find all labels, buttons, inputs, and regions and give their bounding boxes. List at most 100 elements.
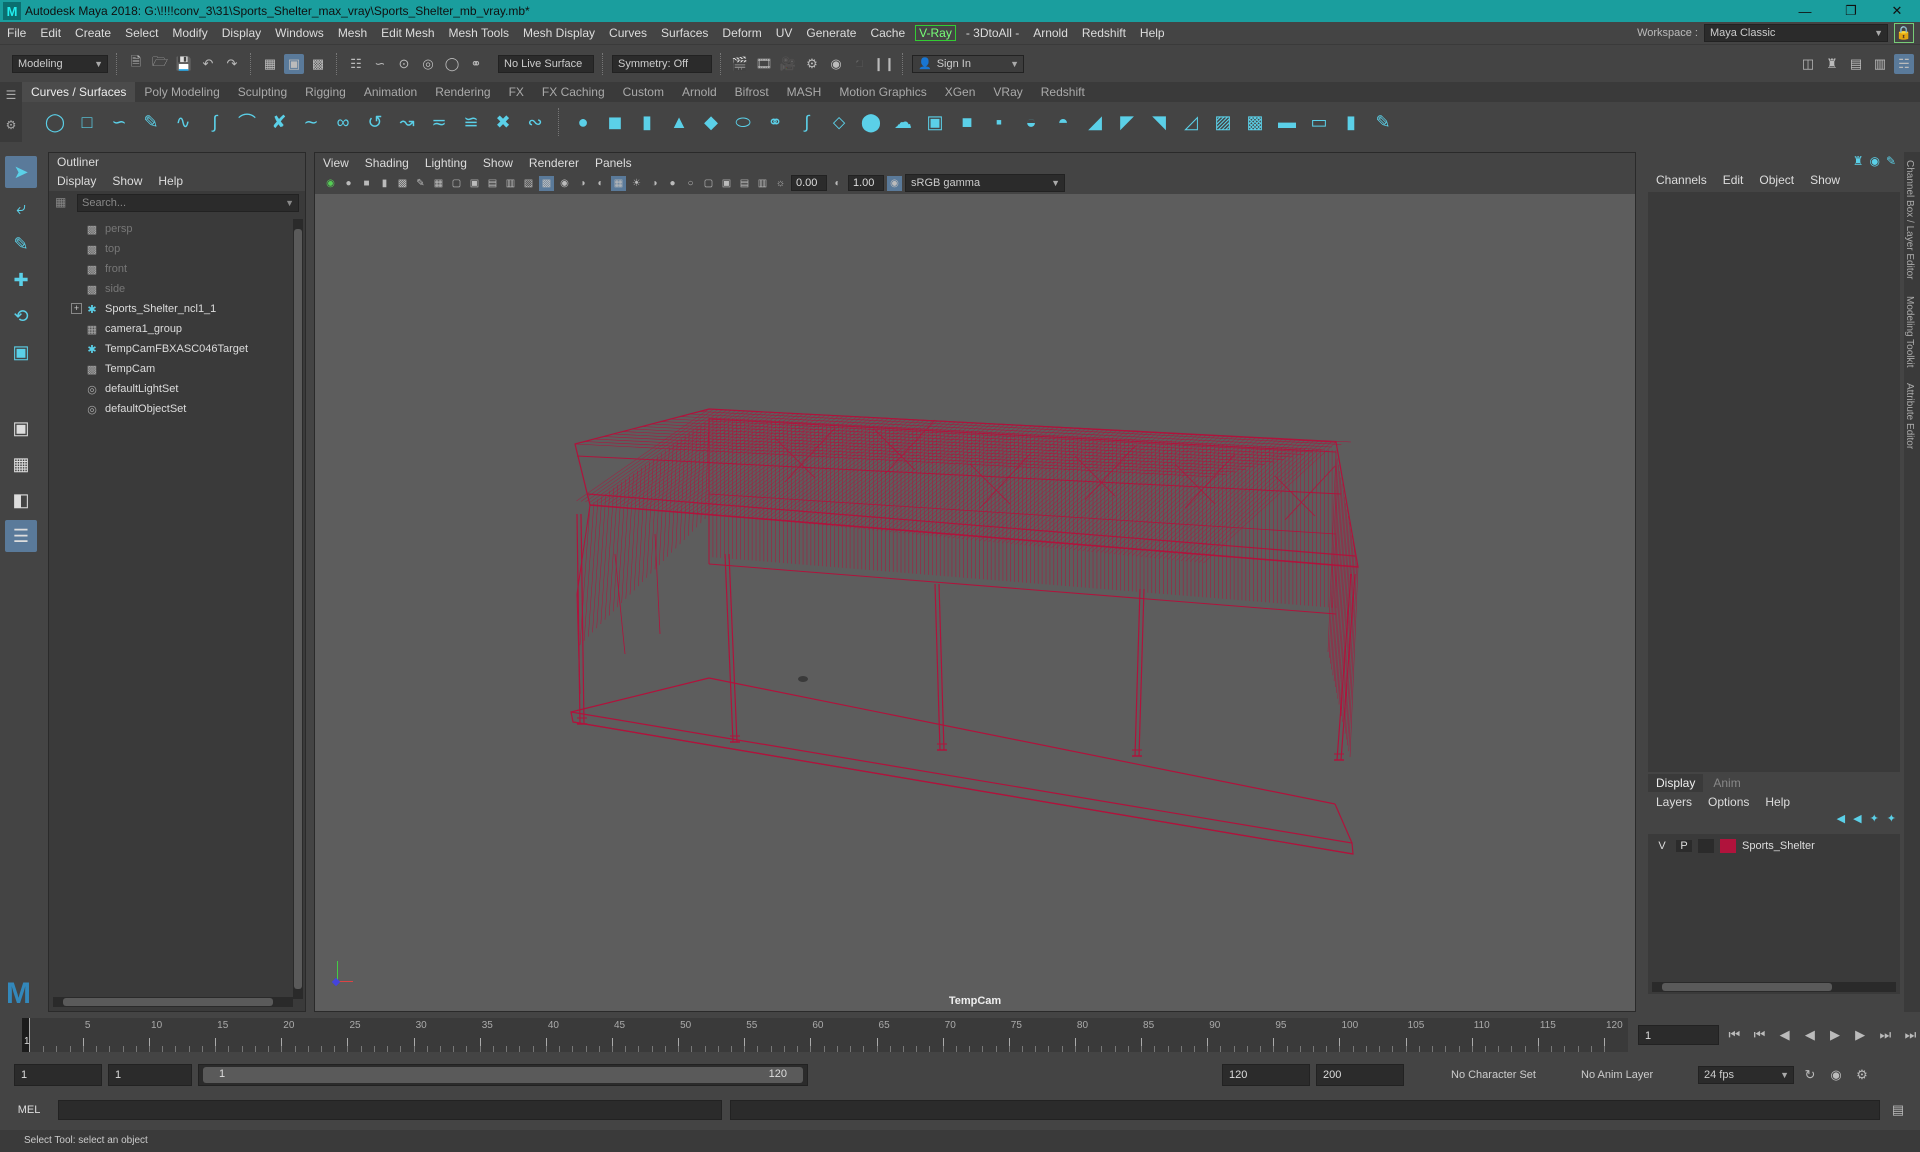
four-view-layout-icon[interactable]: ▦ — [5, 448, 37, 480]
scale-tool-icon[interactable]: ▣ — [5, 336, 37, 368]
shelf-settings-icon[interactable]: ⚙ — [0, 118, 22, 132]
menu-help[interactable]: Help — [1133, 26, 1172, 40]
sculpt-geometry-icon[interactable]: ✎ — [1370, 109, 1396, 135]
character-set-dropdown[interactable]: No Character Set — [1446, 1066, 1570, 1084]
cut-curve-icon[interactable]: ✖ — [490, 109, 516, 135]
lasso-tool-icon[interactable]: ⤶ — [5, 192, 37, 224]
time-slider[interactable]: 1 5 10 15 20 25 30 35 40 45 50 55 60 65 70 75 80 85 90 95 1… — [22, 1018, 1628, 1052]
show-channel-box-icon[interactable]: ♜ — [1853, 154, 1864, 168]
menu-file[interactable]: File — [0, 26, 33, 40]
nurbs-square-icon[interactable]: □ — [74, 109, 100, 135]
shelf-tab-custom[interactable]: Custom — [614, 82, 673, 102]
bookmarks-icon[interactable]: ■ — [359, 176, 374, 191]
trim-icon[interactable]: ◢ — [1082, 109, 1108, 135]
channel-box-menu-show[interactable]: Show — [1802, 173, 1848, 187]
close-button[interactable]: ✕ — [1874, 0, 1920, 22]
menu-arnold[interactable]: Arnold — [1026, 26, 1075, 40]
extend-surface-icon[interactable]: ▭ — [1306, 109, 1332, 135]
menu-deform[interactable]: Deform — [715, 26, 768, 40]
new-layer-from-selection-icon[interactable]: ✦ — [1887, 812, 1896, 825]
hypershade-icon[interactable]: ◉ — [826, 54, 846, 74]
menu-mesh-display[interactable]: Mesh Display — [516, 26, 602, 40]
select-object-icon[interactable]: ▣ — [284, 53, 304, 74]
shelf-tab-rendering[interactable]: Rendering — [426, 82, 499, 102]
planar-icon[interactable]: ⬦ — [826, 109, 852, 135]
xray-icon[interactable]: ◐ — [593, 176, 608, 191]
select-hierarchy-icon[interactable]: ▦ — [260, 54, 280, 74]
redo-icon[interactable]: ↷ — [222, 54, 242, 74]
expand-icon[interactable]: + — [71, 303, 82, 314]
cv-curve-icon[interactable]: ∿ — [170, 109, 196, 135]
color-management-icon[interactable]: ◉ — [887, 175, 902, 191]
use-all-lights-icon[interactable]: ☀ — [629, 176, 644, 191]
layer-horizontal-scrollbar[interactable] — [1652, 982, 1896, 992]
select-component-icon[interactable]: ▩ — [308, 54, 328, 74]
shelf-tab-arnold[interactable]: Arnold — [673, 82, 726, 102]
layer-tab-anim[interactable]: Anim — [1705, 774, 1748, 792]
vray-render-icon[interactable]: ◾ — [850, 54, 870, 74]
textured-icon[interactable]: ▦ — [611, 175, 626, 191]
viewport-menu-shading[interactable]: Shading — [357, 156, 417, 170]
outliner-item[interactable]: ✱ TempCamFBXASC046Target — [49, 339, 289, 359]
maximize-button[interactable]: ❐ — [1828, 0, 1874, 22]
outliner-item[interactable]: ▦ camera1_group — [49, 319, 289, 339]
move-layer-up-icon[interactable]: ◀ — [1837, 812, 1845, 825]
layer-playback-toggle[interactable]: P — [1676, 840, 1692, 852]
animation-end-field[interactable]: 200 — [1316, 1064, 1404, 1086]
birail-icon[interactable]: ☁ — [890, 109, 916, 135]
nurbs-cone-icon[interactable]: ▲ — [666, 109, 692, 135]
outliner-item[interactable]: ▩ TempCam — [49, 359, 289, 379]
nurbs-torus-icon[interactable]: ⬭ — [730, 109, 756, 135]
rebuild-surface-icon[interactable]: ▮ — [1338, 109, 1364, 135]
attach-surface-icon[interactable]: ◥ — [1146, 109, 1172, 135]
loft-icon[interactable]: ∫ — [794, 109, 820, 135]
boundary-icon[interactable]: ■ — [954, 109, 980, 135]
save-scene-icon[interactable]: 💾 — [174, 54, 194, 74]
exposure-icon[interactable]: ☼ — [773, 176, 788, 191]
snap-live-icon[interactable]: ⚭ — [466, 54, 486, 74]
layer-row[interactable]: V P Sports_Shelter — [1648, 836, 1900, 856]
animation-start-field[interactable]: 1 — [14, 1064, 102, 1086]
arc-icon[interactable]: ⌒ — [234, 109, 260, 135]
playback-start-field[interactable]: 1 — [108, 1064, 192, 1086]
viewport-menu-renderer[interactable]: Renderer — [521, 156, 587, 170]
menu-uv[interactable]: UV — [769, 26, 800, 40]
shelf-tab-curves-surfaces[interactable]: Curves / Surfaces — [22, 82, 136, 102]
channel-box-icon[interactable]: ☵ — [1894, 53, 1914, 74]
shelf-menu-icon[interactable]: ☰ — [0, 88, 22, 102]
shelf-tab-xgen[interactable]: XGen — [936, 82, 985, 102]
workspace-dropdown[interactable]: Maya Classic ▼ — [1704, 24, 1888, 42]
vray-ipr-icon[interactable]: ❙❙ — [873, 54, 895, 74]
outliner-item[interactable]: ◎ defaultObjectSet — [49, 399, 289, 419]
minimize-button[interactable]: — — [1782, 0, 1828, 22]
shelf-tab-vray[interactable]: VRay — [984, 82, 1031, 102]
insert-isoparm-icon[interactable]: ▬ — [1274, 109, 1300, 135]
nurbs-circle-icon[interactable]: ◯ — [42, 109, 68, 135]
snap-curve-icon[interactable]: ∽ — [370, 54, 390, 74]
align-surface-icon[interactable]: ▨ — [1210, 109, 1236, 135]
nurbs-plane-icon[interactable]: ◆ — [698, 109, 724, 135]
shelf-tab-poly-modeling[interactable]: Poly Modeling — [135, 82, 228, 102]
paint-select-tool-icon[interactable]: ✎ — [5, 228, 37, 260]
resolution-gate-icon[interactable]: ▣ — [467, 176, 482, 191]
shelf-tab-bifrost[interactable]: Bifrost — [726, 82, 778, 102]
persp-outliner-layout-icon[interactable]: ◧ — [5, 484, 37, 516]
revolve-icon[interactable]: ⚭ — [762, 109, 788, 135]
filter-icon[interactable]: ▦ — [55, 195, 66, 209]
smooth-shade-icon[interactable]: ◉ — [557, 176, 572, 191]
shelf-tab-fx-caching[interactable]: FX Caching — [533, 82, 614, 102]
attribute-editor-icon[interactable]: ▤ — [1846, 54, 1866, 74]
outliner-item[interactable]: ▩ persp — [49, 219, 289, 239]
outliner-item[interactable]: ▩ top — [49, 239, 289, 259]
outliner-menu-help[interactable]: Help — [150, 174, 191, 188]
insert-knot-icon[interactable]: ≌ — [458, 109, 484, 135]
undo-icon[interactable]: ↶ — [198, 54, 218, 74]
scrollbar-thumb[interactable] — [63, 998, 273, 1006]
fps-dropdown[interactable]: 24 fps ▼ — [1698, 1066, 1794, 1084]
menu-edit-mesh[interactable]: Edit Mesh — [374, 26, 441, 40]
channel-box-menu-channels[interactable]: Channels — [1648, 173, 1715, 187]
xray-active-icon[interactable]: ▥ — [755, 176, 770, 191]
untrim-icon[interactable]: ◤ — [1114, 109, 1140, 135]
motion-blur-icon[interactable]: ○ — [683, 176, 698, 191]
shelf-tab-redshift[interactable]: Redshift — [1032, 82, 1094, 102]
